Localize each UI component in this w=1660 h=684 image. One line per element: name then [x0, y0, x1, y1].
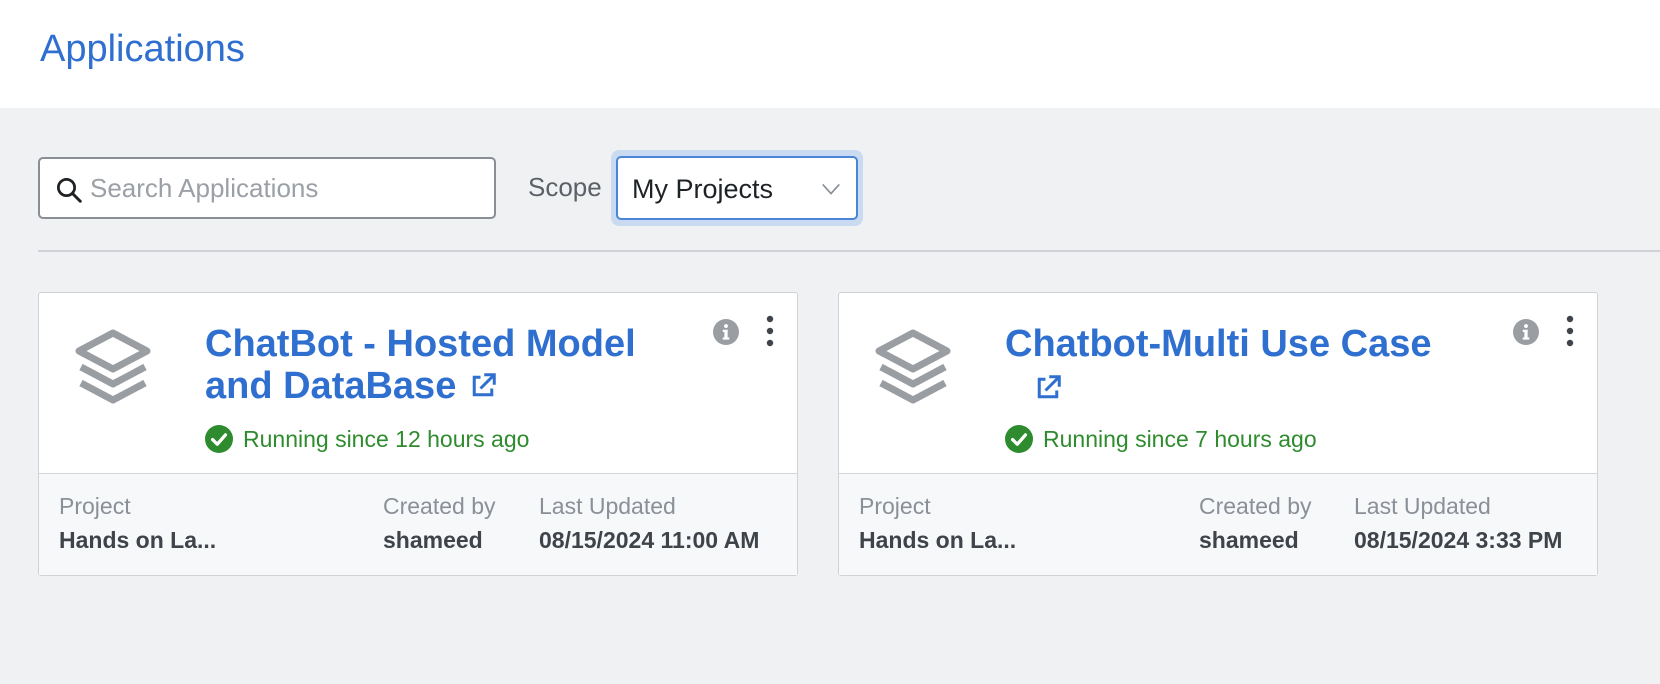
- project-value: Hands on La...: [59, 527, 217, 553]
- scope-select[interactable]: My Projects: [616, 156, 858, 220]
- project-label: Project: [59, 493, 131, 519]
- chevron-down-icon: [822, 183, 840, 195]
- status-indicator: Running since 12 hours ago: [205, 425, 529, 453]
- last-updated-label: Last Updated: [1354, 493, 1491, 519]
- status-text: Running since 7 hours ago: [1043, 425, 1317, 452]
- info-icon[interactable]: [1513, 319, 1539, 345]
- last-updated-label: Last Updated: [539, 493, 676, 519]
- toolbar-divider: [38, 250, 1660, 252]
- card-header: Chatbot-Multi Use Case Running since 7 h…: [839, 293, 1597, 473]
- page-title: Applications: [40, 28, 245, 70]
- scope-selected-value: My Projects: [632, 174, 774, 204]
- created-by-value: shameed: [383, 527, 483, 553]
- scope-select-focus-ring: My Projects: [611, 150, 863, 226]
- last-updated-value: 08/15/2024 11:00 AM: [539, 527, 760, 553]
- layers-icon: [75, 329, 151, 404]
- project-label: Project: [859, 493, 931, 519]
- status-indicator: Running since 7 hours ago: [1005, 425, 1317, 453]
- card-footer: [839, 473, 1597, 575]
- app-title-link[interactable]: Chatbot-Multi Use Case: [1005, 323, 1465, 365]
- info-icon[interactable]: [713, 319, 739, 345]
- status-text: Running since 12 hours ago: [243, 425, 530, 452]
- search-box[interactable]: [38, 157, 496, 219]
- external-link-icon[interactable]: [468, 371, 498, 401]
- check-circle-icon: [1005, 425, 1033, 453]
- created-by-label: Created by: [383, 493, 496, 519]
- application-card[interactable]: ChatBot - Hosted Model and DataBase Runn…: [38, 292, 798, 576]
- external-link-icon[interactable]: [1033, 373, 1063, 403]
- more-vertical-icon[interactable]: [1563, 315, 1577, 347]
- last-updated-value: 08/15/2024 3:33 PM: [1354, 527, 1563, 553]
- application-card[interactable]: Chatbot-Multi Use Case Running since 7 h…: [838, 292, 1598, 576]
- search-icon: [57, 178, 82, 203]
- search-input[interactable]: [90, 165, 485, 211]
- project-value: Hands on La...: [859, 527, 1017, 553]
- scope-label: Scope: [528, 172, 602, 202]
- app-title-link[interactable]: ChatBot - Hosted Model and DataBase: [205, 323, 665, 407]
- created-by-label: Created by: [1199, 493, 1312, 519]
- app-title: ChatBot - Hosted Model and DataBase: [205, 323, 636, 407]
- layers-icon: [875, 329, 951, 404]
- app-title: Chatbot-Multi Use Case: [1005, 323, 1432, 365]
- page-header: Applications: [0, 0, 1660, 108]
- card-footer: [39, 473, 797, 575]
- card-header: ChatBot - Hosted Model and DataBase Runn…: [39, 293, 797, 473]
- more-vertical-icon[interactable]: [763, 315, 777, 347]
- check-circle-icon: [205, 425, 233, 453]
- created-by-value: shameed: [1199, 527, 1299, 553]
